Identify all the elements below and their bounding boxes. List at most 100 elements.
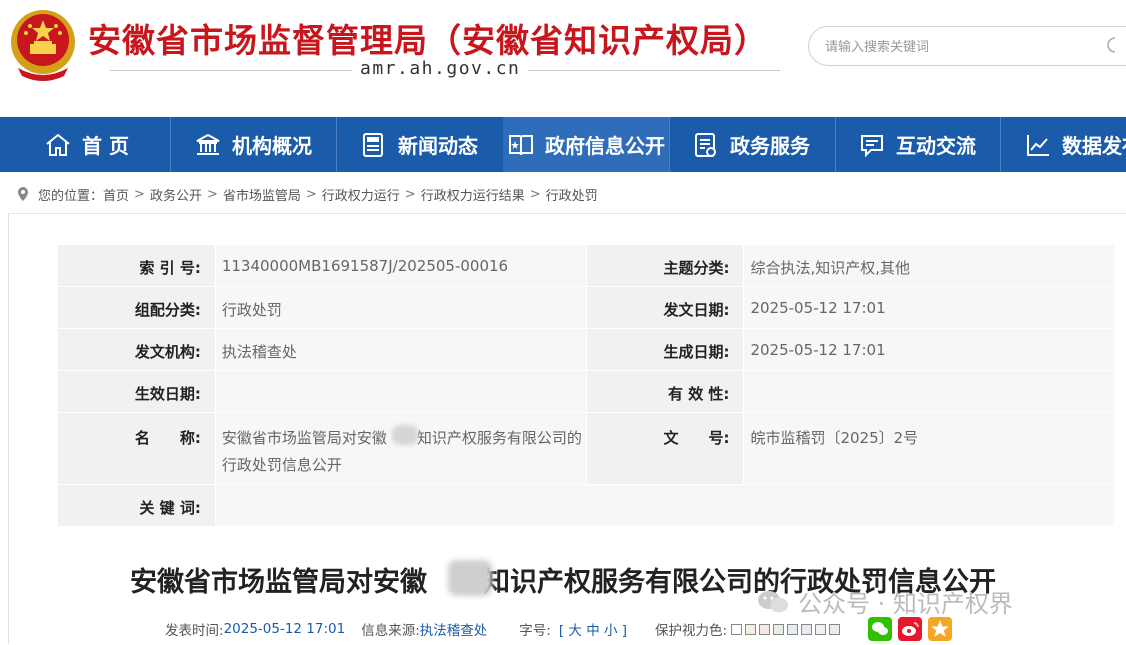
name-value: 安徽省市场监管局对安徽 知识产权服务有限公司的 行政处罚信息公开 [214,412,587,485]
redaction-blur [392,425,418,445]
breadcrumb-bureau[interactable]: 省市场监管局 [223,185,301,204]
meta-label-cell: 发文机构: [57,328,216,371]
site-domain: amr.ah.gov.cn [352,58,529,79]
issue-date-label: 发文日期: [663,301,730,319]
nav-news-label: 新闻动态 [398,134,478,158]
effective-label: 生效日期: [134,385,201,403]
nav-services[interactable]: 政务服务 [692,117,810,172]
meta-label-cell: 生成日期: [585,328,745,371]
news-icon [363,132,383,157]
eyecare-swatches [731,623,841,635]
nav-about[interactable]: 机构概况 [194,117,312,172]
nav-news[interactable]: 新闻动态 [360,117,478,172]
watermark-text: 公众号 · 知识产权界 [798,590,1013,618]
meta-label-cell: 文 号: [585,412,745,485]
wechat-share-icon[interactable] [868,617,893,641]
nav-divider [336,117,337,172]
eyecare-label: 保护视力色: [655,623,728,639]
article-title-part1: 安徽省市场监管局对安徽 [130,567,427,598]
nav-divider [170,117,171,172]
redaction-blur [448,560,492,596]
color-swatch[interactable] [815,623,827,635]
breadcrumb-separator: > [134,186,145,202]
index-value: 11340000MB1691587J/202505-00016 [214,244,587,287]
meta-row: 发文机构: 执法稽查处 生成日期: 2025-05-12 17:01 [57,328,1115,371]
search-box [808,26,1126,66]
source-value: 执法稽查处 [419,623,488,639]
breadcrumb-home[interactable]: 首页 [103,185,129,204]
breadcrumb-separator: > [305,186,317,202]
main-nav: 首 页 机构概况 新闻动态 政府信息公开 政务服务 互动交流 数据发布 [0,117,1126,172]
color-swatch[interactable] [759,623,771,635]
color-swatch[interactable] [829,623,841,635]
validity-value [743,370,1115,413]
keywords-label: 关 键 词: [139,499,201,517]
nav-interaction[interactable]: 互动交流 [858,117,976,172]
nav-gov-info[interactable]: 政府信息公开 [503,117,669,172]
config-value: 行政处罚 [214,286,587,329]
breadcrumb-prefix: 您的位置： [38,188,104,204]
color-swatch[interactable] [745,623,757,635]
name-label: 名 称: [134,429,201,447]
home-icon [46,133,70,156]
created-label: 生成日期: [663,343,730,361]
name-value-line2: 行政处罚信息公开 [221,456,342,474]
weibo-share-icon[interactable] [898,617,923,641]
breadcrumb-separator: > [206,186,218,202]
qzone-share-icon[interactable] [928,617,953,641]
breadcrumb-admin-power[interactable]: 行政权力运行 [322,185,400,204]
watermark: 公众号 · 知识产权界 [756,584,1013,619]
meta-row: 名 称: 安徽省市场监管局对安徽 知识产权服务有限公司的 行政处罚信息公开 文 号:… [57,412,1115,485]
meta-label-cell: 生效日期: [57,370,216,413]
breadcrumb-penalty[interactable]: 行政处罚 [546,185,598,204]
fontsize-controls[interactable]: [ 大 中 小 ] [559,619,627,639]
topic-value: 综合执法,知识产权,其他 [743,244,1115,287]
docno-value: 皖市监稽罚〔2025〕2号 [743,412,1115,485]
breadcrumb-gov-open[interactable]: 政务公开 [150,185,202,204]
color-swatch[interactable] [773,623,785,635]
nav-gov-info-label: 政府信息公开 [545,134,665,158]
meta-row: 关 键 词: [57,484,1116,527]
meta-row: 生效日期: 有 效 性: [57,370,1115,413]
building-icon [196,133,220,155]
color-swatch[interactable] [787,623,799,635]
color-swatch[interactable] [731,623,743,635]
chat-icon [861,134,883,157]
breadcrumb-separator: > [529,186,541,202]
issue-date-value: 2025-05-12 17:01 [743,286,1115,329]
nav-home[interactable]: 首 页 [44,117,129,172]
article-info-bar: 发表时间: 2025-05-12 17:01 信息来源: 执法稽查处 字号: [… [165,617,953,641]
meta-label-cell: 有 效 性: [585,370,745,413]
nav-divider [669,117,670,172]
national-emblem-icon [11,10,75,81]
nav-interaction-label: 互动交流 [896,134,976,158]
nav-divider [1000,117,1001,172]
keywords-value [214,484,1116,527]
open-book-icon [509,134,533,155]
location-pin-icon [18,187,28,201]
validity-label: 有 效 性: [667,385,730,403]
share-buttons [868,617,953,641]
breadcrumb-admin-results[interactable]: 行政权力运行结果 [421,185,525,204]
meta-label-cell: 名 称: [57,412,216,485]
document-meta-table: 索 引 号: 11340000MB1691587J/202505-00016 主… [57,244,1116,527]
agency-value: 执法稽查处 [214,328,587,371]
color-swatch[interactable] [801,623,813,635]
meta-label-cell: 关 键 词: [57,484,216,527]
nav-about-label: 机构概况 [232,134,312,158]
nav-services-label: 政务服务 [730,134,810,158]
index-label: 索 引 号: [139,259,201,277]
name-value-part1: 安徽省市场监管局对安徽 [221,429,387,447]
wechat-watermark-icon [758,590,788,612]
config-label: 组配分类: [134,301,201,319]
created-value: 2025-05-12 17:01 [743,328,1115,371]
search-icon[interactable] [1105,36,1123,54]
chart-line-icon [1027,134,1049,156]
nav-data-label: 数据发布 [1062,134,1126,158]
agency-label: 发文机构: [134,343,201,361]
fontsize-label: 字号: [519,623,551,639]
nav-home-label: 首 页 [82,134,129,158]
nav-data[interactable]: 数据发布 [1024,117,1126,172]
search-input[interactable] [823,36,1097,58]
service-doc-icon [695,132,716,157]
